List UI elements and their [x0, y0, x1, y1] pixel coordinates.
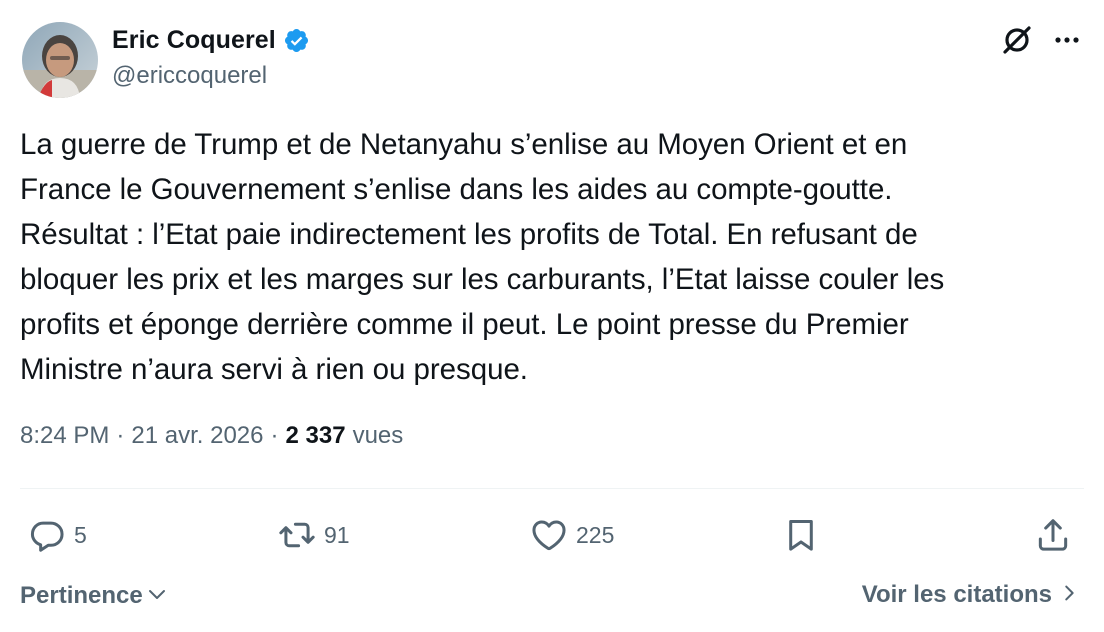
quotes-label: Voir les citations [861, 580, 1052, 608]
author-handle[interactable]: @ericcoquerel [112, 62, 310, 90]
meta-separator: · [270, 422, 279, 449]
share-button[interactable] [1034, 512, 1072, 558]
tweet-header: Eric Coquerel @ericcoquerel [20, 20, 1084, 98]
chevron-right-icon [1052, 578, 1080, 611]
author-info: Eric Coquerel @ericcoquerel [112, 22, 310, 90]
bookmark-icon [782, 516, 820, 554]
like-button[interactable]: 225 [530, 512, 614, 558]
divider [20, 488, 1084, 489]
tweet-text: La guerre de Trump et de Netanyahu s’enl… [20, 128, 945, 386]
retweet-icon [278, 516, 316, 554]
views-count: 2 337 [285, 422, 346, 449]
tweet-meta: 8:24 PM · 21 avr. 2026 · 2 337 vues [20, 422, 403, 450]
avatar[interactable] [22, 22, 98, 98]
tweet: Eric Coquerel @ericcoquerel La guerre de… [20, 0, 1084, 632]
heart-icon [530, 516, 568, 554]
share-icon [1034, 516, 1072, 554]
grok-icon[interactable] [1000, 23, 1050, 57]
reply-button[interactable]: 5 [28, 512, 87, 558]
retweet-count: 91 [324, 521, 350, 548]
more-icon[interactable] [1050, 23, 1084, 57]
bookmark-button[interactable] [782, 512, 820, 558]
views-label: vues [352, 422, 404, 449]
meta-separator: · [116, 422, 125, 449]
tweet-date[interactable]: 21 avr. 2026 [131, 422, 263, 450]
sort-dropdown[interactable]: Pertinence [20, 578, 169, 613]
reply-count: 5 [74, 521, 87, 548]
tweet-time[interactable]: 8:24 PM [20, 422, 109, 450]
verified-badge-icon [283, 27, 310, 54]
name-row: Eric Coquerel [112, 22, 310, 58]
action-bar: 5 91 225 [20, 512, 1084, 562]
chevron-down-icon [143, 578, 169, 613]
retweet-button[interactable]: 91 [278, 512, 350, 558]
sort-label: Pertinence [20, 581, 143, 609]
view-quotes-link[interactable]: Voir les citations [862, 578, 1080, 611]
header-actions [1000, 20, 1084, 60]
author-display-name[interactable]: Eric Coquerel [112, 26, 276, 55]
reply-icon [28, 516, 66, 554]
replies-footer: Pertinence Voir les citations [20, 578, 1084, 614]
like-count: 225 [576, 521, 615, 548]
